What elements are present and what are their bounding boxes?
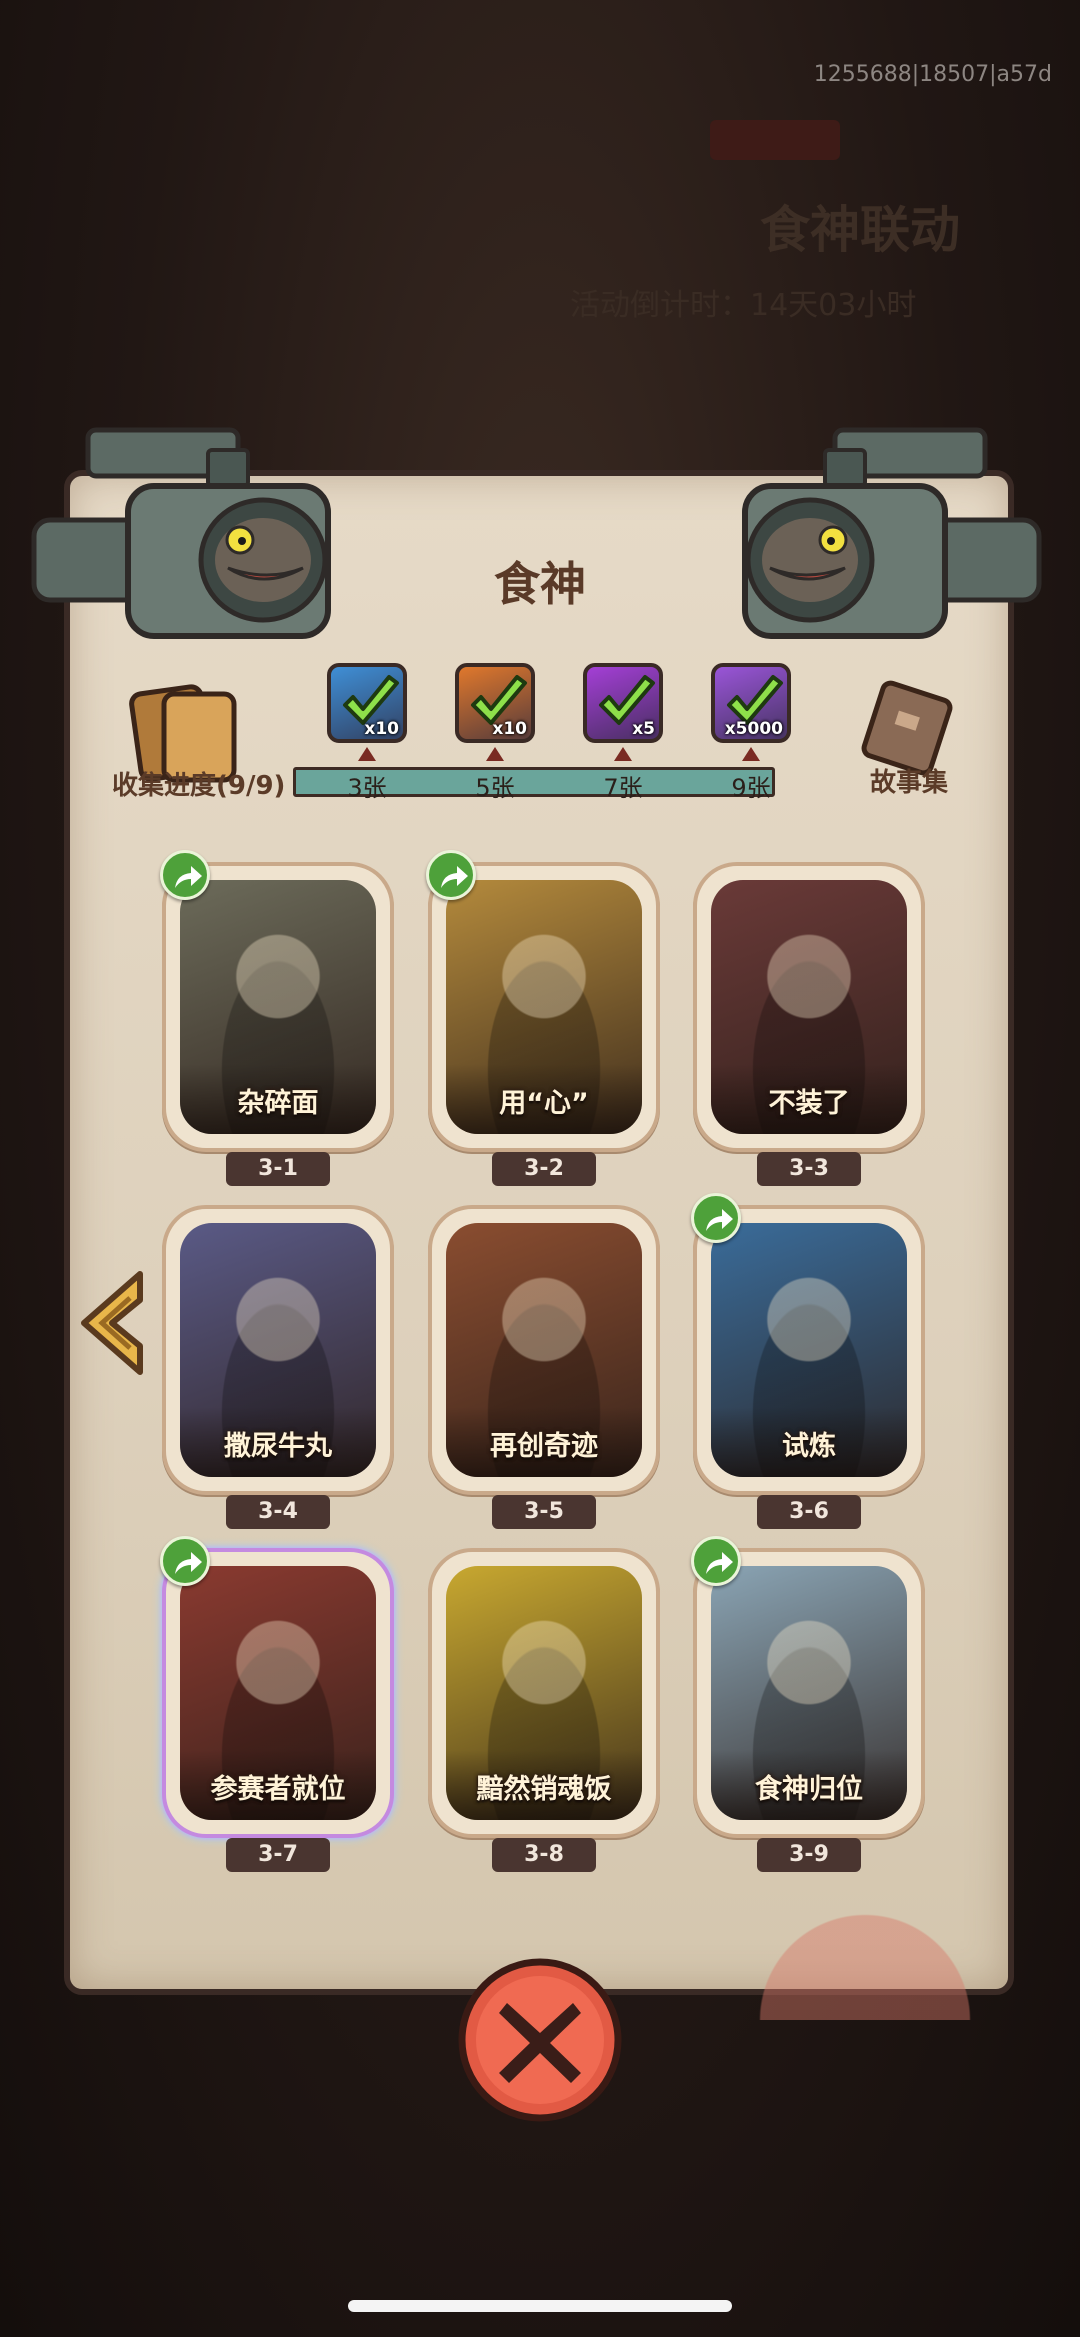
milestone-marker: [486, 747, 504, 761]
card-code-label: 3-6: [757, 1495, 861, 1529]
card-artwork: 再创奇迹: [446, 1223, 642, 1477]
share-arrow-icon: [175, 1552, 202, 1574]
debug-id-text: 1255688|18507|a57d: [813, 62, 1052, 87]
share-button[interactable]: [160, 1536, 210, 1586]
panel-title: 食神: [494, 557, 586, 611]
card-artwork: 食神归位: [711, 1566, 907, 1820]
share-arrow-icon: [441, 866, 468, 888]
story-card[interactable]: 用“心”: [428, 862, 660, 1152]
reward-quantity: x5000: [724, 719, 783, 739]
story-card[interactable]: 再创奇迹: [428, 1205, 660, 1495]
share-button[interactable]: [160, 850, 210, 900]
reward-item[interactable]: x5000: [711, 663, 791, 743]
story-card[interactable]: 参赛者就位: [162, 1548, 394, 1838]
card-title: 用“心”: [499, 1088, 589, 1119]
camera-right-icon: [742, 427, 1042, 639]
card-code-label: 3-8: [492, 1838, 596, 1872]
milestone-label: 3张: [347, 774, 387, 802]
milestone-marker: [614, 747, 632, 761]
card-title: 撒尿牛丸: [224, 1431, 332, 1462]
milestone-label: 9张: [731, 774, 771, 802]
background-event-countdown: 活动倒计时：14天03小时: [570, 288, 917, 323]
card-title: 参赛者就位: [210, 1774, 346, 1805]
background-event-title: 食神联动: [760, 201, 960, 259]
camera-left-icon: [31, 427, 331, 639]
milestone-label: 7张: [603, 774, 643, 802]
card-title: 杂碎面: [237, 1088, 319, 1119]
share-button[interactable]: [691, 1536, 741, 1586]
share-button[interactable]: [691, 1193, 741, 1243]
reward-quantity: x5: [632, 719, 655, 739]
share-button[interactable]: [426, 850, 476, 900]
card-title: 食神归位: [755, 1774, 863, 1805]
home-indicator[interactable]: [348, 2300, 732, 2312]
card-code-label: 3-9: [757, 1838, 861, 1872]
card-artwork: 不装了: [711, 880, 907, 1134]
panel-stamp-decoration: [750, 1890, 980, 2020]
share-arrow-icon: [706, 1209, 733, 1231]
share-arrow-icon: [706, 1552, 733, 1574]
milestone-marker: [358, 747, 376, 761]
card-code-label: 3-3: [757, 1152, 861, 1186]
share-arrow-icon: [175, 866, 202, 888]
reward-quantity: x10: [492, 719, 527, 739]
chevron-left-icon[interactable]: [70, 1268, 148, 1378]
card-code-label: 3-4: [226, 1495, 330, 1529]
story-collection-label[interactable]: 故事集: [870, 762, 948, 799]
card-artwork: 试炼: [711, 1223, 907, 1477]
reward-item[interactable]: x10: [455, 663, 535, 743]
story-card[interactable]: 试炼: [693, 1205, 925, 1495]
card-title: 试炼: [782, 1431, 836, 1462]
card-artwork: 撒尿牛丸: [180, 1223, 376, 1477]
card-title: 黯然销魂饭: [476, 1774, 612, 1805]
card-title: 再创奇迹: [490, 1431, 598, 1462]
story-card[interactable]: 撒尿牛丸: [162, 1205, 394, 1495]
reward-item[interactable]: x5: [583, 663, 663, 743]
story-card[interactable]: 黯然销魂饭: [428, 1548, 660, 1838]
card-code-label: 3-7: [226, 1838, 330, 1872]
story-card[interactable]: 不装了: [693, 862, 925, 1152]
card-title: 不装了: [768, 1088, 850, 1119]
reward-quantity: x10: [364, 719, 399, 739]
story-card[interactable]: 食神归位: [693, 1548, 925, 1838]
card-artwork: 杂碎面: [180, 880, 376, 1134]
milestone-marker: [742, 747, 760, 761]
card-code-label: 3-2: [492, 1152, 596, 1186]
card-artwork: 用“心”: [446, 880, 642, 1134]
story-card[interactable]: 杂碎面: [162, 862, 394, 1152]
close-button[interactable]: [455, 1955, 625, 2125]
milestone-label: 5张: [475, 774, 515, 802]
card-artwork: 黯然销魂饭: [446, 1566, 642, 1820]
background-event-tag: [710, 120, 840, 160]
card-code-label: 3-5: [492, 1495, 596, 1529]
card-artwork: 参赛者就位: [180, 1566, 376, 1820]
collect-progress-label: 收集进度(9/9): [112, 771, 286, 801]
card-code-label: 3-1: [226, 1152, 330, 1186]
reward-item[interactable]: x10: [327, 663, 407, 743]
